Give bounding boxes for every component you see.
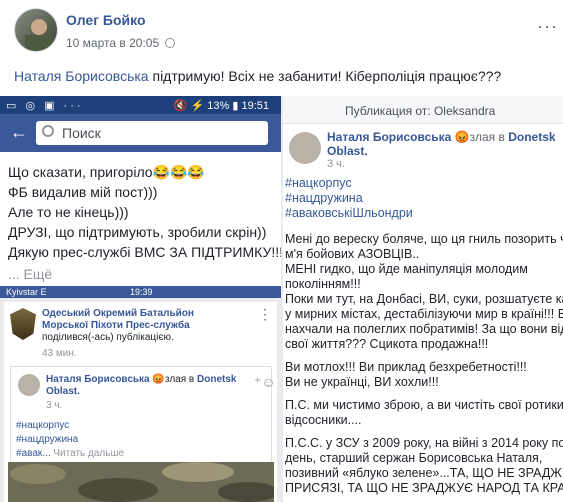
search-icon (42, 125, 54, 137)
right-author-line: Наталя Борисовська 😡злая в Donetsk Oblas… (327, 130, 556, 158)
search-input: Поиск (36, 121, 268, 145)
share-text: поділився(-ась) публікацією. (42, 332, 174, 343)
right-line: МЕНІ гидко, що йде маніпуляція молодим (285, 262, 528, 276)
status-right: 🔇 ⚡ 13% ▮ 19:51 (173, 100, 269, 112)
post-options-button[interactable]: ··· (537, 16, 558, 37)
left-line: Але то не кінець))) (8, 204, 129, 220)
share-author: Одеський Окремий Батальйон Морської Піхо… (42, 308, 194, 331)
right-line: П.С.С. у ЗСУ з 2009 року, на війні з 201… (285, 436, 563, 450)
right-line: у мирних містах, дестабілізуючи мир в кр… (285, 307, 563, 321)
mention-link[interactable]: Наталя Борисовська (14, 68, 149, 84)
right-line: м'я бойових АЗОВЦІВ.. (285, 247, 420, 261)
image-divider (281, 96, 283, 502)
phone-status-bar: ▭ ◎ ▣ ··· 🔇 ⚡ 13% ▮ 19:51 (0, 96, 281, 114)
post-header: Олег Бойко 10 марта в 20:05 ··· (0, 0, 563, 60)
back-arrow-icon: ← (10, 122, 28, 142)
inner-tag: #нацдружина (16, 434, 79, 445)
right-avatar (289, 132, 321, 164)
post-meta: 10 марта в 20:05 (66, 36, 176, 50)
left-screenshot[interactable]: ▭ ◎ ▣ ··· 🔇 ⚡ 13% ▮ 19:51 ← Поиск Що ска… (0, 96, 281, 502)
inner-author: Наталя Борисовська (46, 374, 150, 385)
left-line: ФБ видалив мій пост))) (8, 184, 158, 200)
right-line: ПРИСЯЗІ, ТА ЩО НЕ ЗРАДЖУЄ НАРОД ТА КРАЇН… (285, 481, 563, 495)
right-line: Мені до вереску боляче, що ця гниль позо… (285, 232, 563, 246)
right-line: нахчали на полеглих побратимів! За що во… (285, 322, 563, 336)
right-line: Ви не українці, ВИ хохли!!! (285, 375, 439, 389)
status-icons: ▭ ◎ ▣ ··· (6, 100, 84, 112)
fb-search-bar: ← Поиск (0, 114, 281, 152)
author-name[interactable]: Олег Бойко (66, 12, 146, 28)
inner-avatar (18, 374, 40, 396)
right-line: свої життя??? Сцикота продажна!!! (285, 337, 489, 351)
post-text: Наталя Борисовська підтримую! Всіх не за… (14, 68, 501, 84)
post-body: підтримую! Всіх не забанити! Кіберполіці… (148, 68, 502, 84)
author-avatar[interactable] (14, 8, 58, 52)
right-line: день, старший сержан Борисовська Наталя, (285, 451, 543, 465)
right-tag: #нацдружина (285, 191, 363, 205)
read-more-link: Читать дальше (53, 448, 125, 459)
share-time: 43 мин. (42, 348, 77, 359)
right-tag: #аваковськіШльондри (285, 206, 413, 220)
right-time: 3 ч. (327, 158, 345, 170)
right-tag: #нацкорпус (285, 176, 352, 190)
publication-header: Публикация от: Oleksandra (281, 96, 563, 124)
camouflage-photo (8, 462, 274, 502)
right-line: поколінням!!! (285, 277, 361, 291)
right-line: Ви мотлох!!! Ви приклад безхребетності!!… (285, 360, 527, 374)
right-line: П.С. ми чистимо зброю, а ви чистіть свої… (285, 398, 563, 412)
add-friend-icon: ⁺☺ (254, 374, 276, 390)
see-more-link: ... Ещё (8, 266, 53, 282)
post-images[interactable]: ▭ ◎ ▣ ··· 🔇 ⚡ 13% ▮ 19:51 ← Поиск Що ска… (0, 96, 563, 502)
phone-status-bar-2: Kyivstar E 19:39 (0, 286, 281, 298)
left-line: Що сказати, пригоріло😂😂😂 (8, 164, 205, 180)
right-line: відсосники.... (285, 413, 362, 427)
avatar-photo-icon (25, 19, 53, 51)
inner-tag: #нацкорпус (16, 420, 70, 431)
left-line: ДРУЗІ, що підтримують, зробили скрін)) (8, 224, 267, 240)
globe-icon (165, 38, 176, 48)
inner-time: 3 ч. (46, 400, 63, 411)
share-more-icon: ⋮ (258, 306, 272, 322)
right-line: Поки ми тут, на Донбасі, ВИ, суки, розша… (285, 292, 563, 306)
post-timestamp[interactable]: 10 марта в 20:05 (66, 36, 159, 50)
right-screenshot[interactable]: Публикация от: Oleksandra Наталя Борисов… (281, 96, 563, 502)
inner-tag: #авак... (16, 448, 51, 459)
left-line: Дякую прес-службі ВМС ЗА ПІДТРИМКУ!!! (8, 244, 281, 260)
right-line: позивний «яблуко зелене»...ТА, ЩО НЕ ЗРА… (285, 466, 563, 480)
